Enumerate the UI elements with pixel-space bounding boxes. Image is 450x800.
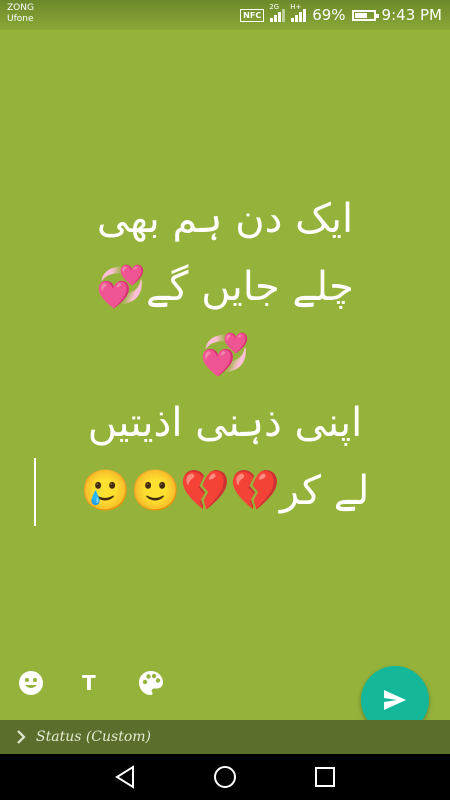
clock: 9:43 PM xyxy=(381,6,442,24)
battery-icon xyxy=(351,9,379,21)
recent-apps-button[interactable] xyxy=(312,764,338,790)
message-line-1: ایک دن ہم بھی xyxy=(96,196,354,242)
signal-hplus-icon: H+ xyxy=(290,3,307,22)
battery-percent: 69% xyxy=(312,6,346,24)
nfc-icon: NFC xyxy=(240,8,265,22)
status-audience-bar[interactable]: Status (Custom) xyxy=(0,720,450,754)
palette-icon xyxy=(139,671,163,695)
text-style-button[interactable]: T xyxy=(74,668,104,698)
battery-fill xyxy=(354,12,367,18)
status-icons: NFC 2G H+ 69% 9:43 PM xyxy=(240,3,442,25)
network-hplus-label: H+ xyxy=(290,3,302,11)
back-button[interactable] xyxy=(112,764,138,790)
network-2g-label: 2G xyxy=(269,3,280,11)
carrier-1: ZONG xyxy=(7,3,34,13)
send-icon xyxy=(384,690,406,710)
message-line-3: 💞 xyxy=(200,332,250,378)
emoji-button[interactable] xyxy=(16,668,46,698)
message-line-4: اپنی ذہنی اذیتیں xyxy=(87,400,363,446)
message-line-2: چلے جایں گے💞 xyxy=(96,264,354,310)
back-triangle-icon xyxy=(115,765,134,789)
navigation-bar xyxy=(0,754,450,800)
status-bar: ZONG Ufone NFC 2G H+ 69% 9:43 PM xyxy=(0,0,450,30)
text-style-icon: T xyxy=(82,671,96,695)
status-audience-label: Status (Custom) xyxy=(36,729,152,745)
home-button[interactable] xyxy=(212,764,238,790)
recent-square-icon xyxy=(315,767,335,787)
chevron-right-icon xyxy=(16,730,28,744)
emoji-icon xyxy=(19,671,43,695)
text-cursor xyxy=(34,458,36,526)
status-text-area[interactable]: ایک دن ہم بھی چلے جایں گے💞 💞 اپنی ذہنی ا… xyxy=(20,185,430,525)
carrier-2: Ufone xyxy=(7,14,34,24)
signal-2g-icon: 2G xyxy=(269,3,286,22)
carrier-labels: ZONG Ufone xyxy=(7,3,34,25)
color-palette-button[interactable] xyxy=(136,668,166,698)
message-line-5: لے کر💔💔🙂🥲 xyxy=(80,468,370,514)
home-circle-icon xyxy=(214,766,236,788)
